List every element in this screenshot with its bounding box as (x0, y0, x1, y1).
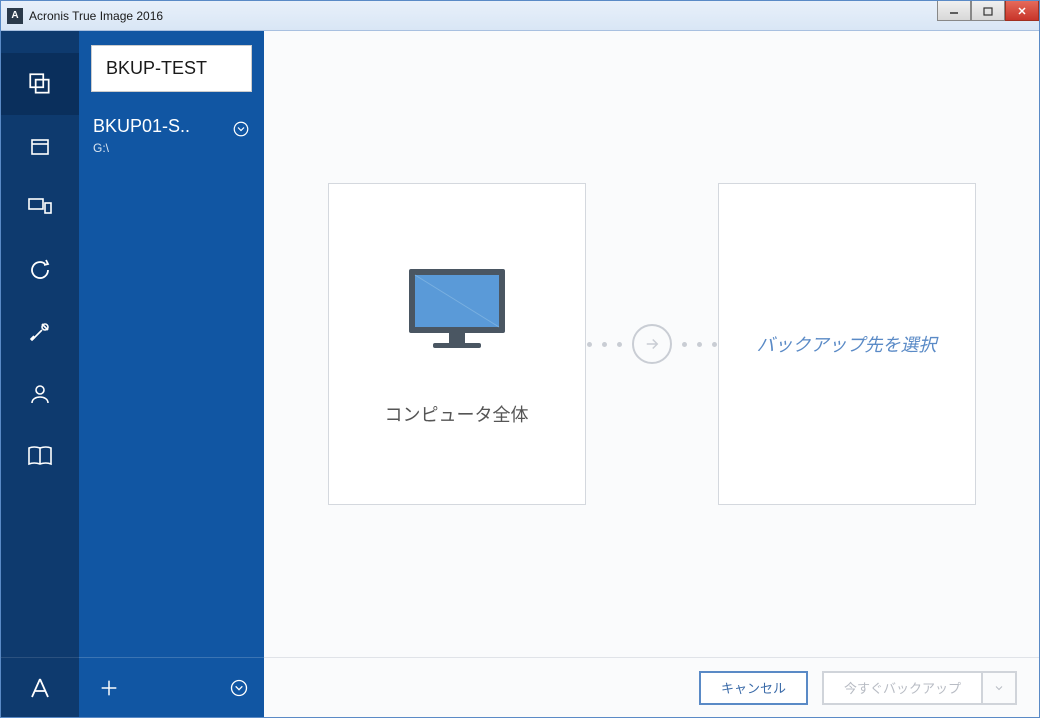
dot-icon (602, 342, 607, 347)
refresh-icon (28, 258, 52, 282)
backup-destination-card[interactable]: バックアップ先を選択 (718, 183, 976, 505)
footer-bar: キャンセル 今すぐバックアップ (264, 657, 1039, 717)
nav-tools[interactable] (1, 301, 79, 363)
backup-item-path: G:\ (93, 141, 250, 155)
book-icon (27, 445, 53, 467)
main-panel: コンピュータ全体 バックアップ先を選択 キャ (264, 31, 1039, 717)
backup-now-split-button: 今すぐバックアップ (822, 671, 1017, 705)
nav-archive[interactable] (1, 115, 79, 177)
app-window: A Acronis True Image 2016 (0, 0, 1040, 718)
backup-list-more-button[interactable] (214, 658, 264, 718)
source-card-label: コンピュータ全体 (385, 401, 529, 427)
user-icon (28, 382, 52, 406)
dot-icon (682, 342, 687, 347)
backup-item-selected[interactable]: BKUP-TEST (91, 45, 252, 92)
backup-list-panel: BKUP-TEST BKUP01-S.. G:\ (79, 31, 264, 717)
app-icon: A (7, 8, 23, 24)
nav-help[interactable] (1, 425, 79, 487)
backup-item-title: BKUP01-S.. (93, 116, 250, 137)
cancel-button[interactable]: キャンセル (699, 671, 808, 705)
dot-icon (587, 342, 592, 347)
titlebar[interactable]: A Acronis True Image 2016 (1, 1, 1039, 31)
arrow-right-icon (632, 324, 672, 364)
window-title: Acronis True Image 2016 (29, 9, 163, 23)
cards-area: コンピュータ全体 バックアップ先を選択 (264, 31, 1039, 657)
nav-rail (1, 31, 79, 717)
nav-backup[interactable] (1, 53, 79, 115)
backup-item-title: BKUP-TEST (106, 58, 237, 79)
backup-list-footer (79, 657, 264, 717)
nav-sync[interactable] (1, 177, 79, 239)
monitor-icon (397, 261, 517, 361)
window-controls (937, 1, 1039, 21)
plus-icon (98, 677, 120, 699)
devices-icon (27, 197, 53, 219)
app-body: BKUP-TEST BKUP01-S.. G:\ (1, 31, 1039, 717)
destination-card-label: バックアップ先を選択 (757, 331, 937, 357)
chevron-down-icon (229, 678, 249, 698)
tools-icon (28, 320, 52, 344)
add-backup-button[interactable] (79, 658, 139, 718)
dot-icon (617, 342, 622, 347)
backup-now-button[interactable]: 今すぐバックアップ (822, 671, 983, 705)
backup-source-card[interactable]: コンピュータ全体 (328, 183, 586, 505)
chevron-down-icon[interactable] (232, 120, 250, 138)
arrow-separator (586, 324, 718, 364)
backup-now-dropdown[interactable] (983, 671, 1017, 705)
close-button[interactable] (1005, 1, 1039, 21)
nav-logo[interactable] (1, 657, 79, 717)
minimize-button[interactable] (937, 1, 971, 21)
archive-icon (28, 134, 52, 158)
acronis-logo-icon (28, 676, 52, 700)
backup-item[interactable]: BKUP01-S.. G:\ (79, 102, 264, 169)
nav-account[interactable] (1, 363, 79, 425)
maximize-button[interactable] (971, 1, 1005, 21)
dot-icon (712, 342, 717, 347)
nav-refresh[interactable] (1, 239, 79, 301)
dot-icon (697, 342, 702, 347)
chevron-down-icon (993, 682, 1005, 694)
backup-icon (27, 71, 53, 97)
